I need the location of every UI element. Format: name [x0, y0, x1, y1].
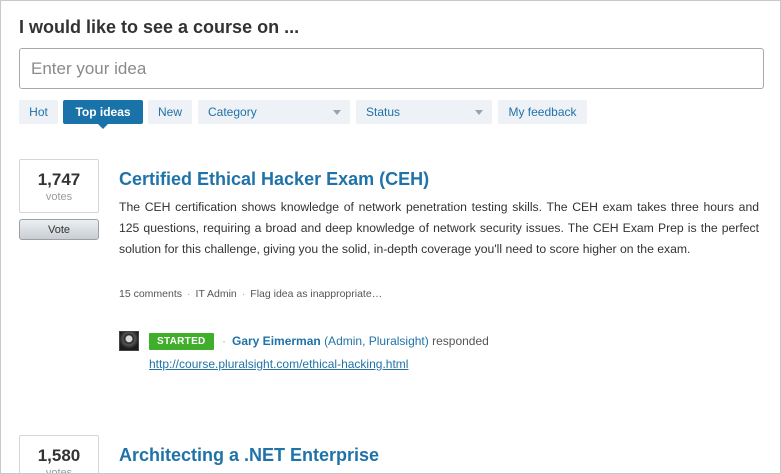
category-select-label: Category [208, 105, 257, 119]
idea-item: 1,747 votes Vote Certified Ethical Hacke… [19, 159, 764, 389]
vote-button[interactable]: Vote [19, 219, 99, 240]
responded-label: responded [432, 334, 489, 348]
response-line: · Gary Eimerman (Admin, Pluralsight) resp… [222, 334, 489, 348]
filter-new-label: New [157, 105, 182, 119]
page-title: I would like to see a course on ... [19, 17, 300, 37]
idea-meta: 15 comments · IT Admin · Flag idea as inappr… [119, 288, 382, 300]
active-tab-pointer [98, 124, 108, 129]
filter-hot-label: Hot [29, 105, 48, 119]
response-link[interactable]: http://course.pluralsight.com/ethical-ha… [149, 357, 408, 371]
feedback-panel: I would like to see a course on ... Hot … [0, 0, 781, 474]
responder-role: (Admin, Pluralsight) [324, 334, 429, 348]
chevron-down-icon [333, 110, 341, 115]
author-link[interactable]: IT Admin [196, 288, 237, 300]
filter-hot[interactable]: Hot [19, 100, 58, 124]
idea-item: 1,580 votes Architecting a .NET Enterpri… [19, 435, 764, 474]
chevron-down-icon [475, 110, 483, 115]
filter-top-ideas[interactable]: Top ideas [63, 100, 143, 129]
responder-name[interactable]: Gary Eimerman [232, 334, 321, 348]
vote-count-box: 1,747 votes [19, 159, 99, 213]
separator-dot: · [187, 288, 191, 300]
idea-input[interactable] [19, 48, 764, 89]
status-badge: STARTED [149, 333, 214, 350]
idea-description: The CEH certification shows knowledge of… [119, 200, 759, 256]
vote-count-box: 1,580 votes [19, 435, 99, 474]
separator-dot: · [241, 288, 246, 300]
filter-new[interactable]: New [148, 100, 192, 124]
filter-my-feedback-label: My feedback [508, 105, 577, 119]
vote-count: 1,747 [37, 170, 81, 189]
flag-idea-link[interactable]: Flag idea as inappropriate… [250, 288, 382, 300]
votes-label: votes [45, 467, 73, 474]
comments-link[interactable]: 15 comments [119, 288, 182, 300]
filter-top-ideas-label: Top ideas [75, 105, 131, 119]
idea-title-link[interactable]: Architecting a .NET Enterprise [119, 445, 379, 466]
category-select[interactable]: Category [198, 100, 350, 124]
vote-count: 1,580 [37, 446, 81, 465]
filter-my-feedback[interactable]: My feedback [498, 100, 587, 124]
avatar [119, 331, 139, 351]
status-select[interactable]: Status [356, 100, 492, 124]
status-select-label: Status [366, 105, 401, 119]
votes-label: votes [45, 191, 73, 203]
separator-dot: · [222, 334, 226, 348]
idea-title-link[interactable]: Certified Ethical Hacker Exam (CEH) [119, 169, 429, 190]
